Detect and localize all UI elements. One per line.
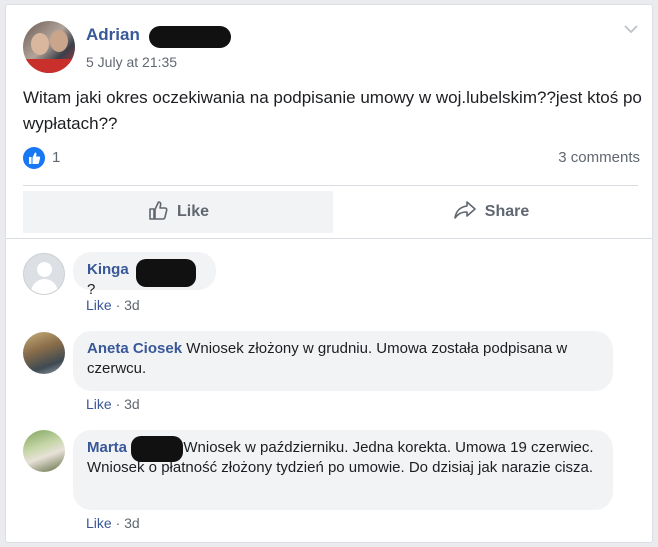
comment-text: ?	[87, 281, 96, 298]
share-button[interactable]: Share	[336, 191, 646, 233]
reaction-count[interactable]: 1	[52, 149, 60, 166]
post-card: Adrian 5 July at 21:35 Witam jaki okres …	[5, 4, 653, 543]
comment-like-link[interactable]: Like	[86, 515, 112, 531]
commenter-name[interactable]: Marta	[87, 439, 127, 456]
comment-meta: Like · 3d	[86, 396, 140, 412]
like-button[interactable]: Like	[23, 191, 333, 233]
commenter-name[interactable]: Kinga	[87, 261, 129, 278]
comment-age[interactable]: 3d	[124, 515, 140, 531]
share-arrow-icon	[453, 199, 477, 226]
redacted-surname	[131, 436, 183, 462]
comments-section: Kinga ? Like · 3d Aneta Ciosek Wniosek z…	[6, 238, 652, 542]
redacted-surname	[136, 259, 196, 287]
author-avatar[interactable]	[23, 21, 75, 73]
commenter-avatar[interactable]	[23, 430, 65, 472]
divider	[23, 185, 638, 186]
commenter-avatar[interactable]	[23, 253, 65, 295]
author-name[interactable]: Adrian	[86, 25, 140, 45]
commenter-name[interactable]: Aneta Ciosek	[87, 340, 182, 357]
comment-like-link[interactable]: Like	[86, 297, 112, 313]
post-text: Witam jaki okres oczekiwania na podpisan…	[23, 88, 642, 133]
comments-count-link[interactable]: 3 comments	[558, 149, 640, 166]
share-button-label: Share	[484, 203, 530, 220]
commenter-avatar[interactable]	[23, 332, 65, 374]
comment-bubble: Aneta Ciosek Wniosek złożony w grudniu. …	[73, 331, 613, 391]
comment-age[interactable]: 3d	[124, 396, 140, 412]
comment-meta: Like · 3d	[86, 515, 140, 531]
comment-meta: Like · 3d	[86, 297, 140, 313]
redacted-surname	[149, 26, 231, 48]
comment-like-link[interactable]: Like	[86, 396, 112, 412]
chevron-down-icon[interactable]	[624, 21, 638, 35]
comment-age[interactable]: 3d	[124, 297, 140, 313]
thumbs-up-icon	[147, 199, 169, 226]
like-reaction-icon[interactable]	[23, 147, 45, 169]
like-button-label: Like	[176, 203, 209, 220]
post-timestamp[interactable]: 5 July at 21:35	[86, 54, 177, 70]
